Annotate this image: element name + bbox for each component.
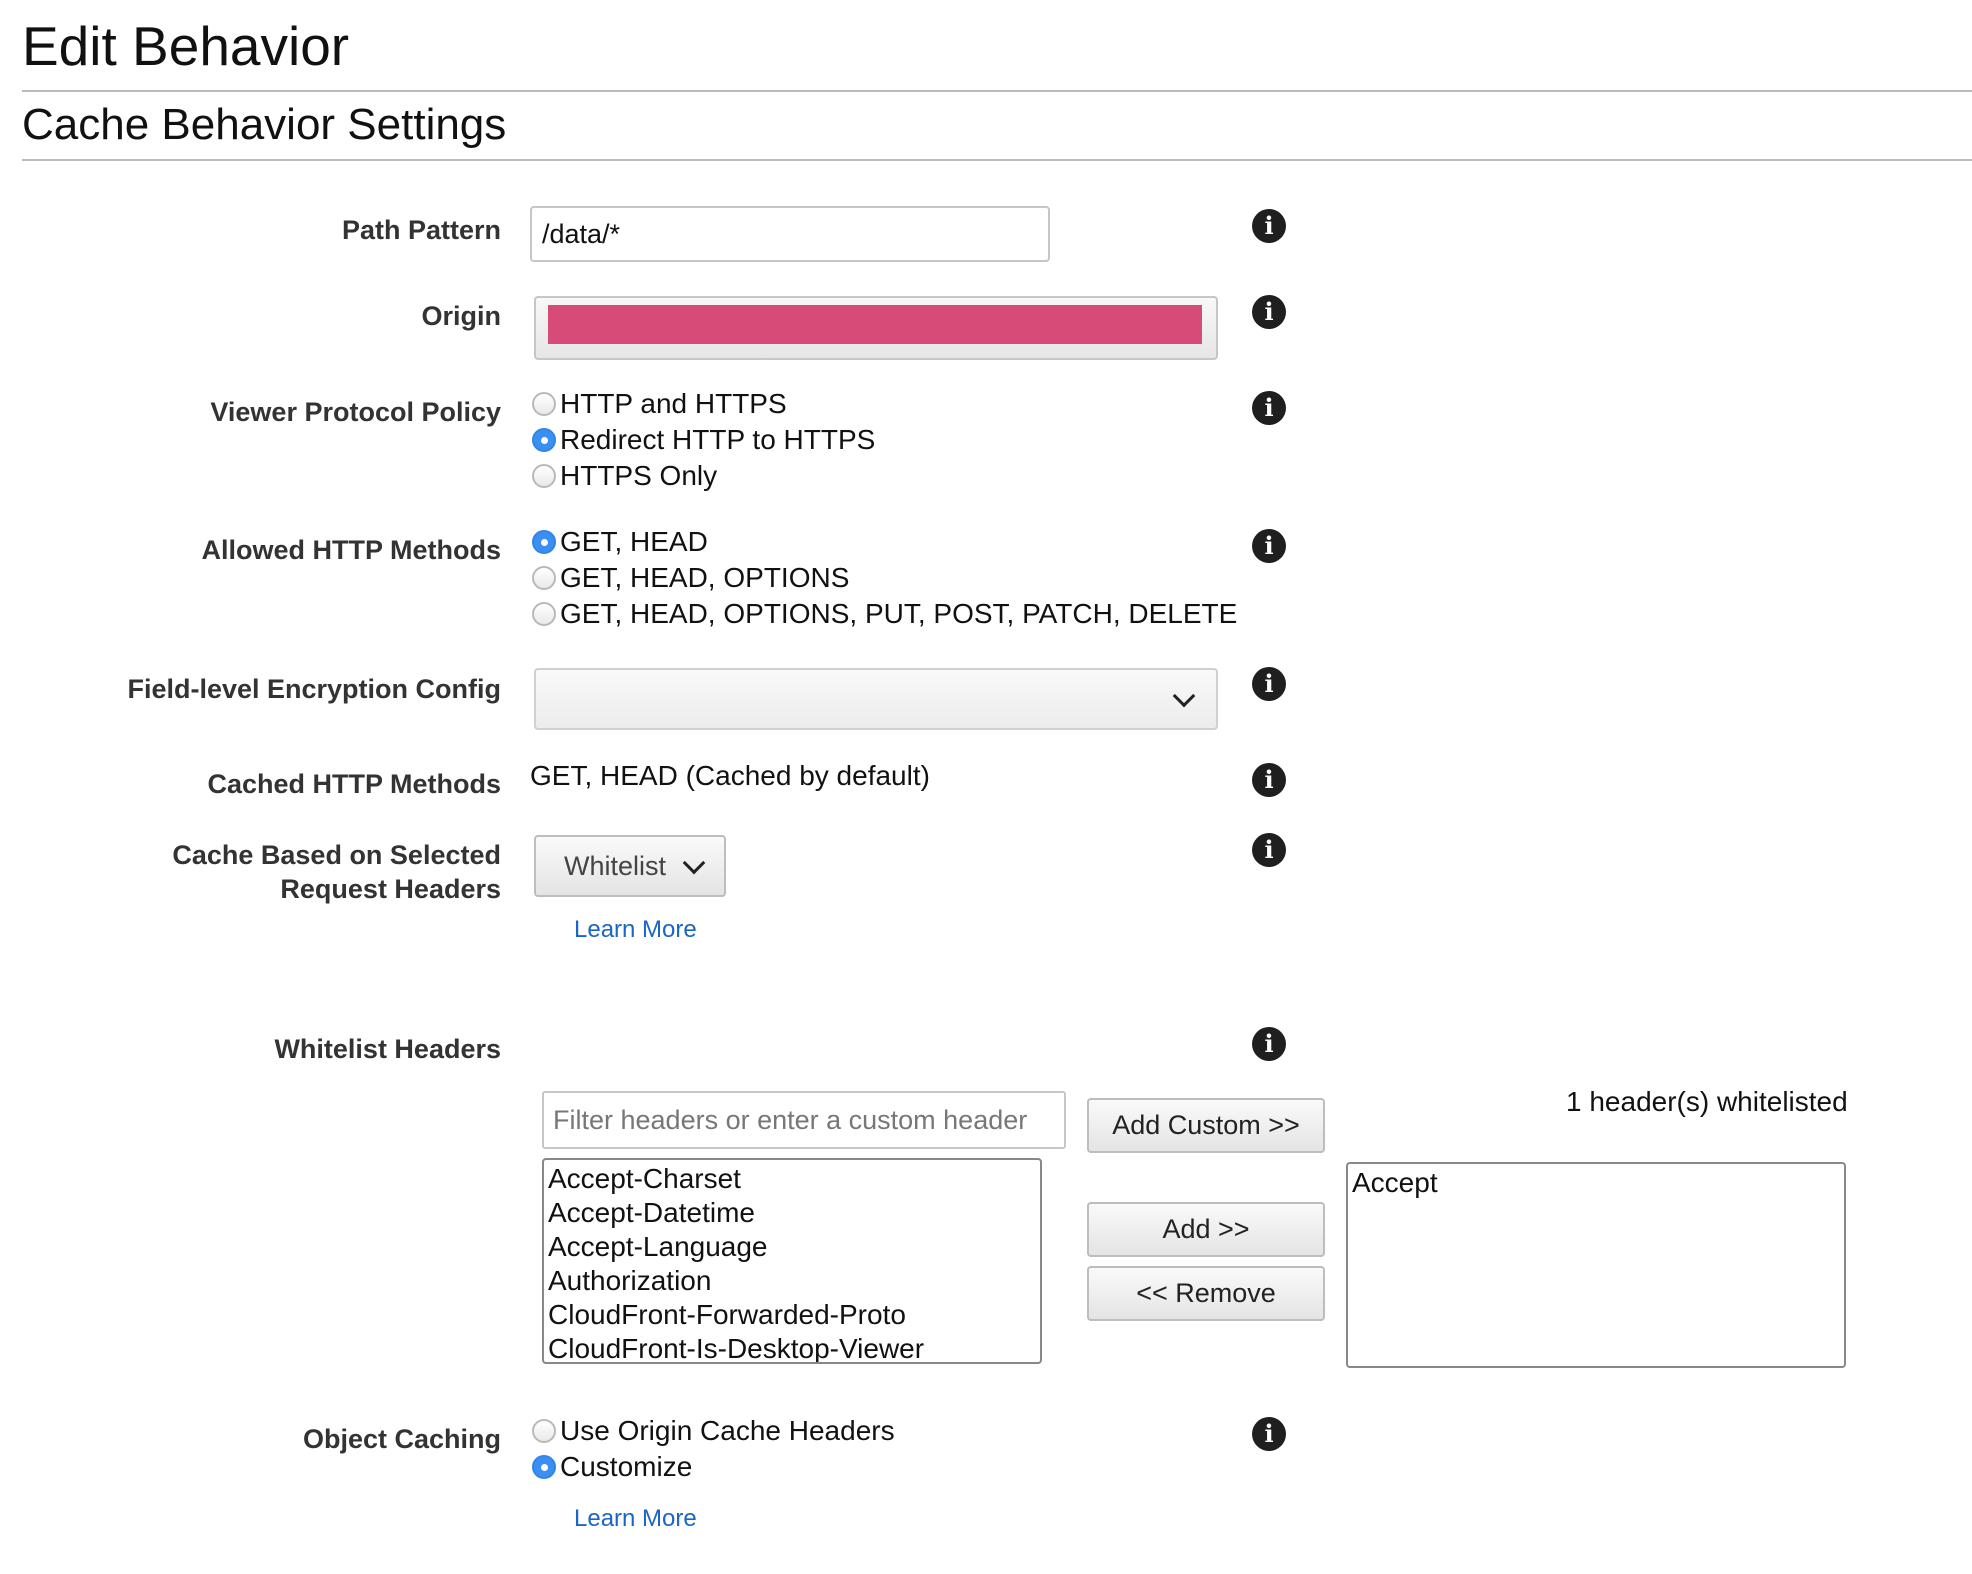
path-pattern-label: Path Pattern xyxy=(341,215,501,245)
info-icon[interactable]: i xyxy=(1252,295,1286,329)
chevron-down-icon xyxy=(1172,684,1196,708)
list-item[interactable]: Authorization xyxy=(548,1264,1036,1298)
origin-label: Origin xyxy=(421,301,502,331)
radio-redirect-http-to-https[interactable]: Redirect HTTP to HTTPS xyxy=(532,422,875,458)
info-icon[interactable]: i xyxy=(1252,667,1286,701)
radio-button-selected[interactable] xyxy=(532,1455,556,1479)
field-level-encryption-label: Field-level Encryption Config xyxy=(127,674,501,704)
radio-button[interactable] xyxy=(532,602,556,626)
radio-button[interactable] xyxy=(532,566,556,590)
cache-headers-value: Whitelist xyxy=(564,851,667,881)
page-title: Edit Behavior xyxy=(22,15,350,77)
radio-button-selected[interactable] xyxy=(532,428,556,452)
info-icon[interactable]: i xyxy=(1252,391,1286,425)
list-item[interactable]: CloudFront-Forwarded-Proto xyxy=(548,1298,1036,1332)
radio-button-selected[interactable] xyxy=(532,530,556,554)
path-pattern-input[interactable]: /data/* xyxy=(530,206,1050,262)
radio-button[interactable] xyxy=(532,1419,556,1443)
radio-http-and-https[interactable]: HTTP and HTTPS xyxy=(532,386,787,422)
section-title: Cache Behavior Settings xyxy=(22,100,507,149)
radio-button[interactable] xyxy=(532,464,556,488)
radio-label: Redirect HTTP to HTTPS xyxy=(560,424,876,455)
title-divider xyxy=(22,90,1972,92)
header-filter-input[interactable] xyxy=(542,1091,1066,1149)
info-icon[interactable]: i xyxy=(1252,529,1286,563)
radio-label: GET, HEAD, OPTIONS, PUT, POST, PATCH, DE… xyxy=(560,598,1238,629)
radio-label: Use Origin Cache Headers xyxy=(560,1415,895,1446)
available-headers-list[interactable]: Accept-Charset Accept-Datetime Accept-La… xyxy=(542,1158,1042,1364)
radio-label: Customize xyxy=(560,1451,693,1482)
info-icon[interactable]: i xyxy=(1252,1027,1286,1061)
cached-http-methods-label: Cached HTTP Methods xyxy=(207,769,501,799)
cache-headers-select[interactable]: Whitelist xyxy=(534,835,726,897)
info-icon[interactable]: i xyxy=(1252,833,1286,867)
radio-get-head-options[interactable]: GET, HEAD, OPTIONS xyxy=(532,560,849,596)
learn-more-link[interactable]: Learn More xyxy=(574,916,697,944)
remove-button[interactable]: << Remove xyxy=(1087,1266,1325,1321)
radio-label: GET, HEAD, OPTIONS xyxy=(560,562,850,593)
viewer-protocol-policy-label: Viewer Protocol Policy xyxy=(210,397,501,427)
radio-all-methods[interactable]: GET, HEAD, OPTIONS, PUT, POST, PATCH, DE… xyxy=(532,596,1237,632)
radio-use-origin-cache-headers[interactable]: Use Origin Cache Headers xyxy=(532,1413,895,1449)
info-icon[interactable]: i xyxy=(1252,763,1286,797)
radio-https-only[interactable]: HTTPS Only xyxy=(532,458,717,494)
origin-select[interactable] xyxy=(534,296,1218,360)
radio-customize[interactable]: Customize xyxy=(532,1449,692,1485)
whitelisted-count: 1 header(s) whitelisted xyxy=(1566,1086,1848,1117)
section-divider xyxy=(22,159,1972,161)
info-icon[interactable]: i xyxy=(1252,209,1286,243)
radio-label: GET, HEAD xyxy=(560,526,708,557)
chevron-down-icon xyxy=(682,851,706,875)
list-item[interactable]: CloudFront-Is-Desktop-Viewer xyxy=(548,1332,1036,1362)
cache-headers-label-line2: Request Headers xyxy=(280,874,501,904)
list-item[interactable]: Accept-Language xyxy=(548,1230,1036,1264)
whitelisted-headers-list[interactable]: Accept xyxy=(1346,1162,1846,1368)
radio-get-head[interactable]: GET, HEAD xyxy=(532,524,708,560)
field-level-encryption-select[interactable] xyxy=(534,668,1218,730)
list-item[interactable]: Accept xyxy=(1352,1166,1840,1200)
add-custom-button[interactable]: Add Custom >> xyxy=(1087,1098,1325,1153)
info-icon[interactable]: i xyxy=(1252,1417,1286,1451)
cache-headers-label-line1: Cache Based on Selected xyxy=(172,840,501,870)
origin-redacted-value xyxy=(548,305,1202,344)
list-item[interactable]: Accept-Datetime xyxy=(548,1196,1036,1230)
radio-button[interactable] xyxy=(532,392,556,416)
learn-more-link[interactable]: Learn More xyxy=(574,1505,697,1533)
whitelist-headers-label: Whitelist Headers xyxy=(274,1034,501,1064)
cached-http-methods-value: GET, HEAD (Cached by default) xyxy=(530,760,930,791)
add-button[interactable]: Add >> xyxy=(1087,1202,1325,1257)
radio-label: HTTPS Only xyxy=(560,460,718,491)
list-item[interactable]: Accept-Charset xyxy=(548,1162,1036,1196)
allowed-http-methods-label: Allowed HTTP Methods xyxy=(201,535,501,565)
radio-label: HTTP and HTTPS xyxy=(560,388,787,419)
object-caching-label: Object Caching xyxy=(302,1424,501,1454)
